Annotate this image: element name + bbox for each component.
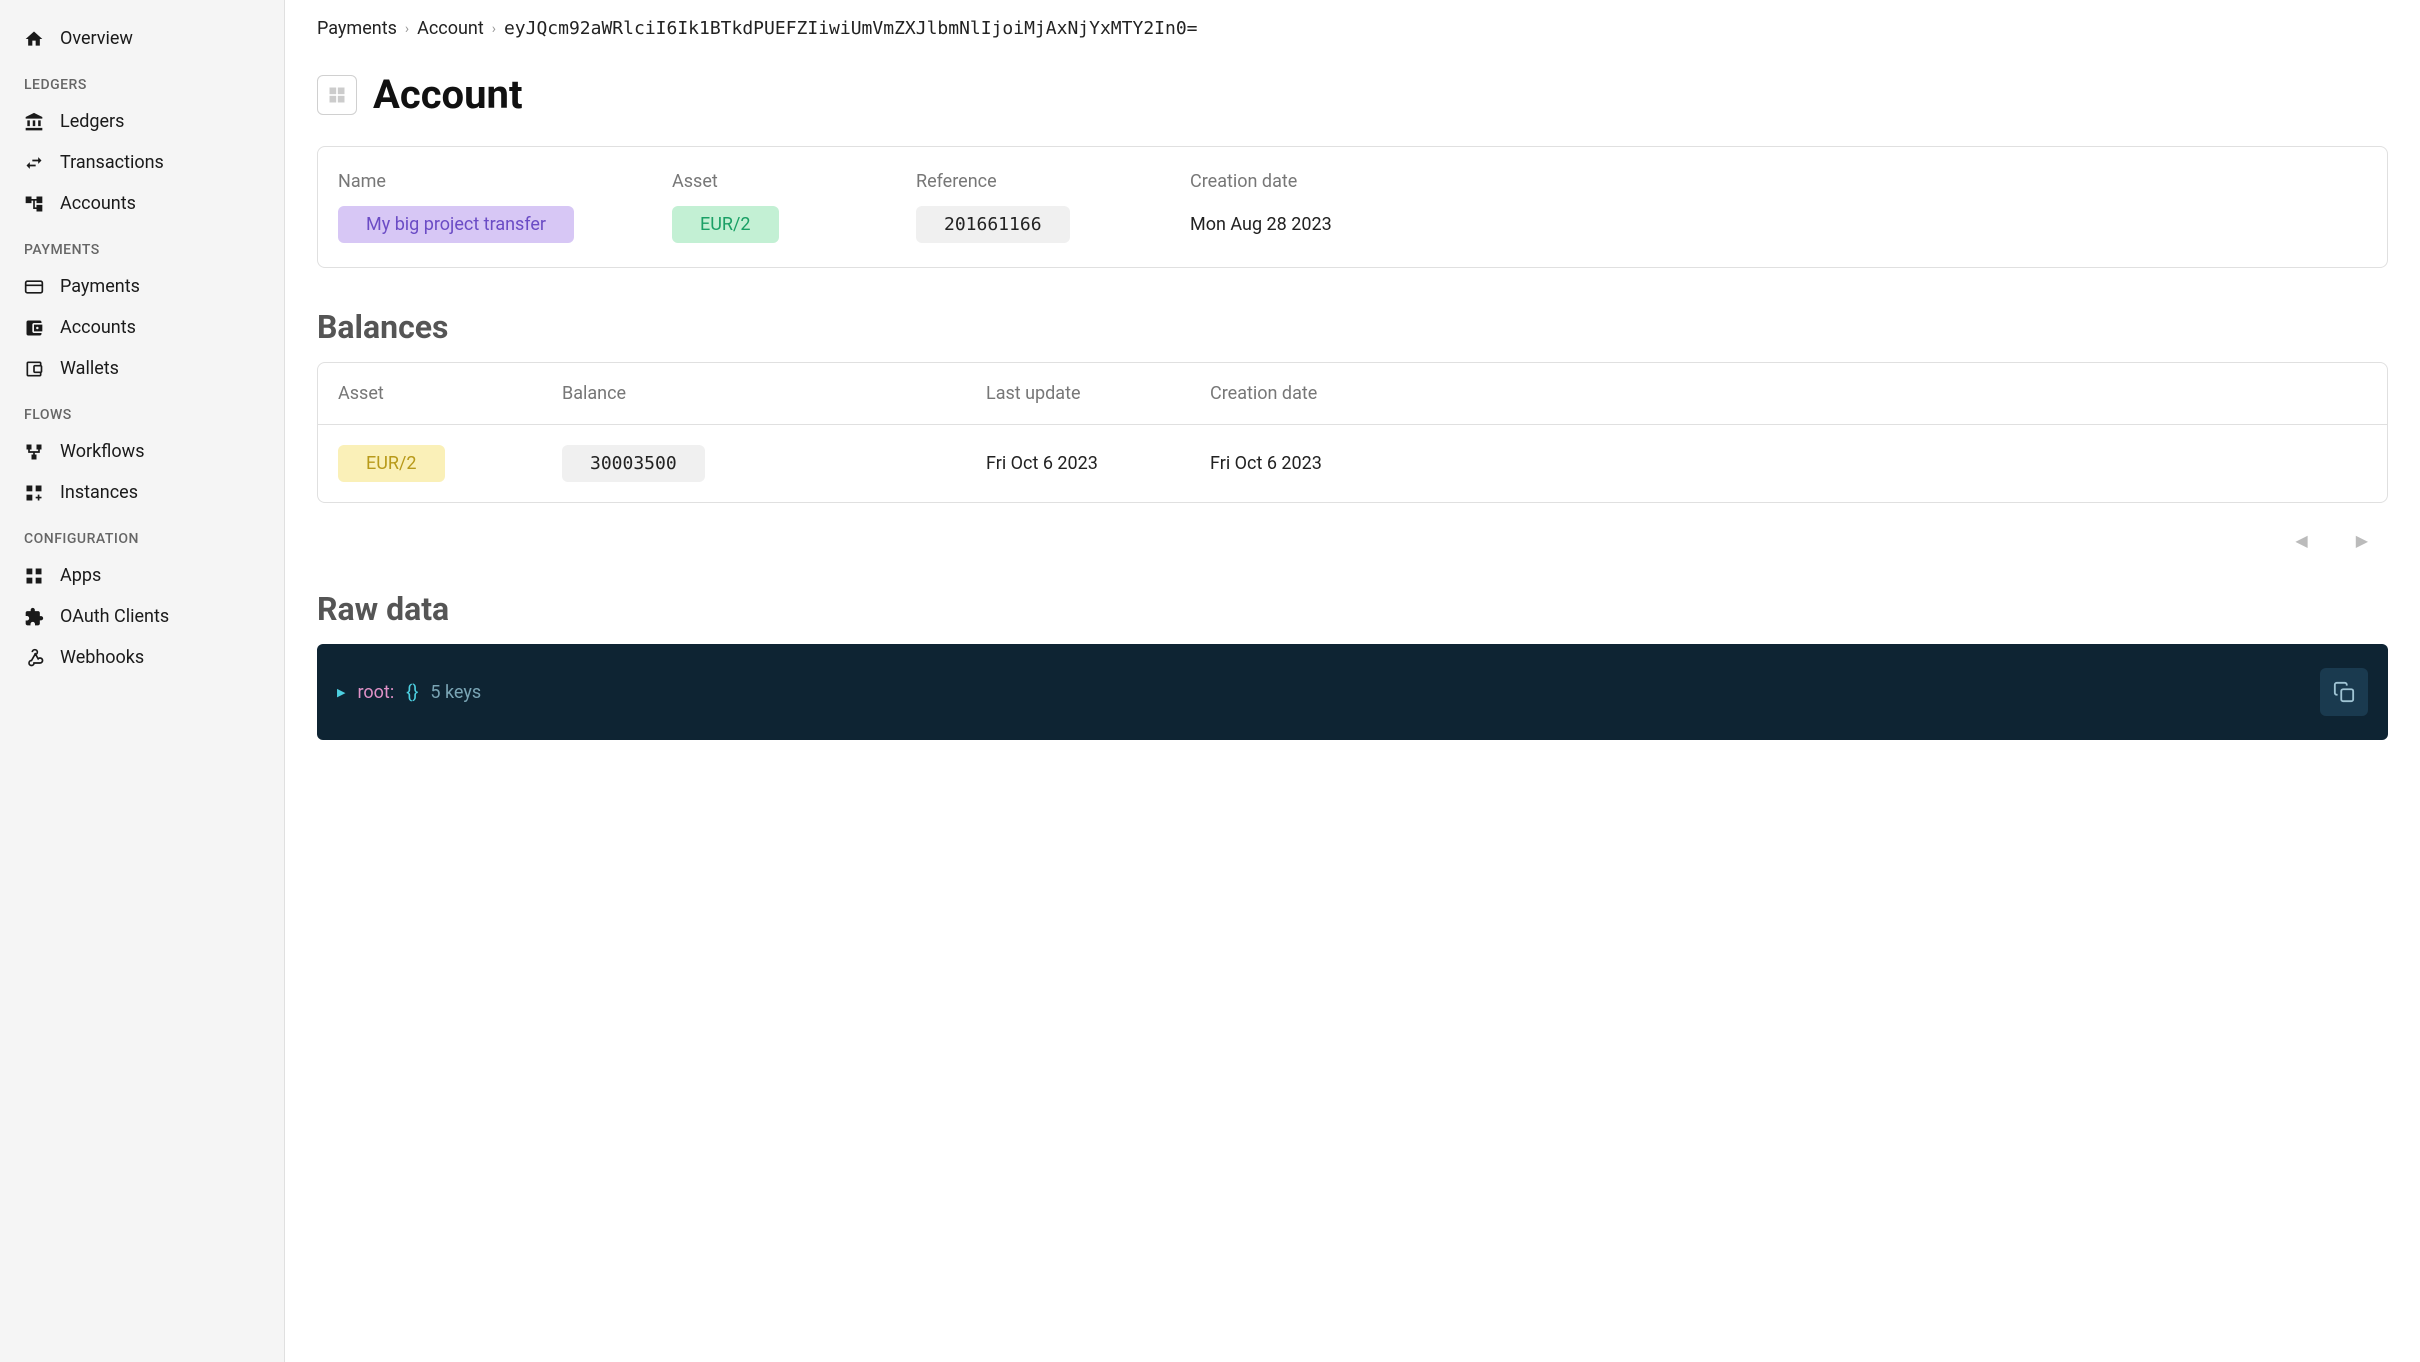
th-balance: Balance (562, 383, 962, 404)
th-creation: Creation date (1210, 383, 1410, 404)
info-creation-label: Creation date (1190, 171, 1332, 192)
pagination: ◀ ▶ (317, 523, 2388, 590)
page-header: Account (317, 71, 2388, 118)
breadcrumb-payments[interactable]: Payments (317, 18, 397, 39)
bank-icon (24, 112, 44, 132)
info-creation-value: Mon Aug 28 2023 (1190, 206, 1332, 243)
th-last-update: Last update (986, 383, 1186, 404)
json-root-key: root: (357, 682, 394, 703)
nav-label: Accounts (60, 317, 136, 338)
chevron-right-icon: › (405, 21, 409, 37)
nav-instances[interactable]: Instances (0, 472, 284, 513)
balances-table: Asset Balance Last update Creation date … (317, 362, 2388, 503)
table-head: Asset Balance Last update Creation date (318, 363, 2387, 425)
nav-transactions[interactable]: Transactions (0, 142, 284, 183)
workflow-icon (24, 442, 44, 462)
info-name-label: Name (338, 171, 648, 192)
main-content: Payments › Account › eyJQcm92aWRlciI6Ik1… (285, 0, 2420, 1362)
info-asset-value: EUR/2 (672, 206, 779, 243)
chevron-right-icon: › (492, 21, 496, 37)
nav-label: Wallets (60, 358, 119, 379)
nav-label: Instances (60, 482, 138, 503)
json-root-line[interactable]: ▶ root: {} 5 keys (337, 682, 481, 703)
info-asset-label: Asset (672, 171, 892, 192)
nav-payments[interactable]: Payments (0, 266, 284, 307)
nav-oauth-clients[interactable]: OAuth Clients (0, 596, 284, 637)
nav-label: Overview (60, 28, 133, 49)
sidebar: Overview LEDGERS Ledgers Transactions Ac… (0, 0, 285, 1362)
apps-icon (24, 566, 44, 586)
table-row[interactable]: EUR/2 30003500 Fri Oct 6 2023 Fri Oct 6 … (318, 425, 2387, 502)
row-balance: 30003500 (562, 445, 705, 482)
nav-label: Apps (60, 565, 101, 586)
nav-overview[interactable]: Overview (0, 18, 284, 59)
nav-label: OAuth Clients (60, 606, 169, 627)
breadcrumb: Payments › Account › eyJQcm92aWRlciI6Ik1… (317, 18, 2388, 39)
grid-plus-icon (24, 483, 44, 503)
info-reference-value: 201661166 (916, 206, 1070, 243)
home-icon (24, 29, 44, 49)
nav-label: Workflows (60, 441, 145, 462)
card-icon (24, 277, 44, 297)
balances-title: Balances (317, 308, 2388, 346)
page-icon (317, 75, 357, 115)
raw-data-title: Raw data (317, 590, 2388, 628)
nav-payment-accounts[interactable]: Accounts (0, 307, 284, 348)
page-title: Account (373, 71, 523, 118)
raw-data-box: ▶ root: {} 5 keys (317, 644, 2388, 740)
nav-label: Accounts (60, 193, 136, 214)
nav-workflows[interactable]: Workflows (0, 431, 284, 472)
nav-wallets[interactable]: Wallets (0, 348, 284, 389)
row-creation: Fri Oct 6 2023 (1210, 453, 1410, 474)
nav-label: Webhooks (60, 647, 144, 668)
info-name-value: My big project transfer (338, 206, 574, 243)
row-asset: EUR/2 (338, 445, 445, 482)
breadcrumb-id: eyJQcm92aWRlciI6Ik1BTkdPUEFZIiwiUmVmZXJl… (504, 18, 1198, 39)
info-reference-label: Reference (916, 171, 1166, 192)
prev-page-icon[interactable]: ◀ (2295, 531, 2307, 550)
wallet-icon (24, 359, 44, 379)
json-braces: {} (406, 682, 418, 703)
copy-icon (2333, 681, 2355, 703)
swap-icon (24, 153, 44, 173)
section-header-ledgers: LEDGERS (0, 59, 284, 101)
row-last-update: Fri Oct 6 2023 (986, 453, 1186, 474)
section-header-flows: FLOWS (0, 389, 284, 431)
th-asset: Asset (338, 383, 538, 404)
account-balance-icon (24, 318, 44, 338)
nav-webhooks[interactable]: Webhooks (0, 637, 284, 678)
webhook-icon (24, 648, 44, 668)
expand-arrow-icon[interactable]: ▶ (337, 686, 345, 699)
tree-icon (24, 194, 44, 214)
info-card: Name My big project transfer Asset EUR/2… (317, 146, 2388, 268)
next-page-icon[interactable]: ▶ (2356, 531, 2368, 550)
nav-ledger-accounts[interactable]: Accounts (0, 183, 284, 224)
nav-label: Payments (60, 276, 140, 297)
json-info: 5 keys (430, 682, 481, 703)
copy-button[interactable] (2320, 668, 2368, 716)
breadcrumb-account[interactable]: Account (417, 18, 484, 39)
puzzle-icon (24, 607, 44, 627)
nav-label: Ledgers (60, 111, 124, 132)
nav-apps[interactable]: Apps (0, 555, 284, 596)
nav-ledgers[interactable]: Ledgers (0, 101, 284, 142)
section-header-payments: PAYMENTS (0, 224, 284, 266)
section-header-configuration: CONFIGURATION (0, 513, 284, 555)
nav-label: Transactions (60, 152, 164, 173)
